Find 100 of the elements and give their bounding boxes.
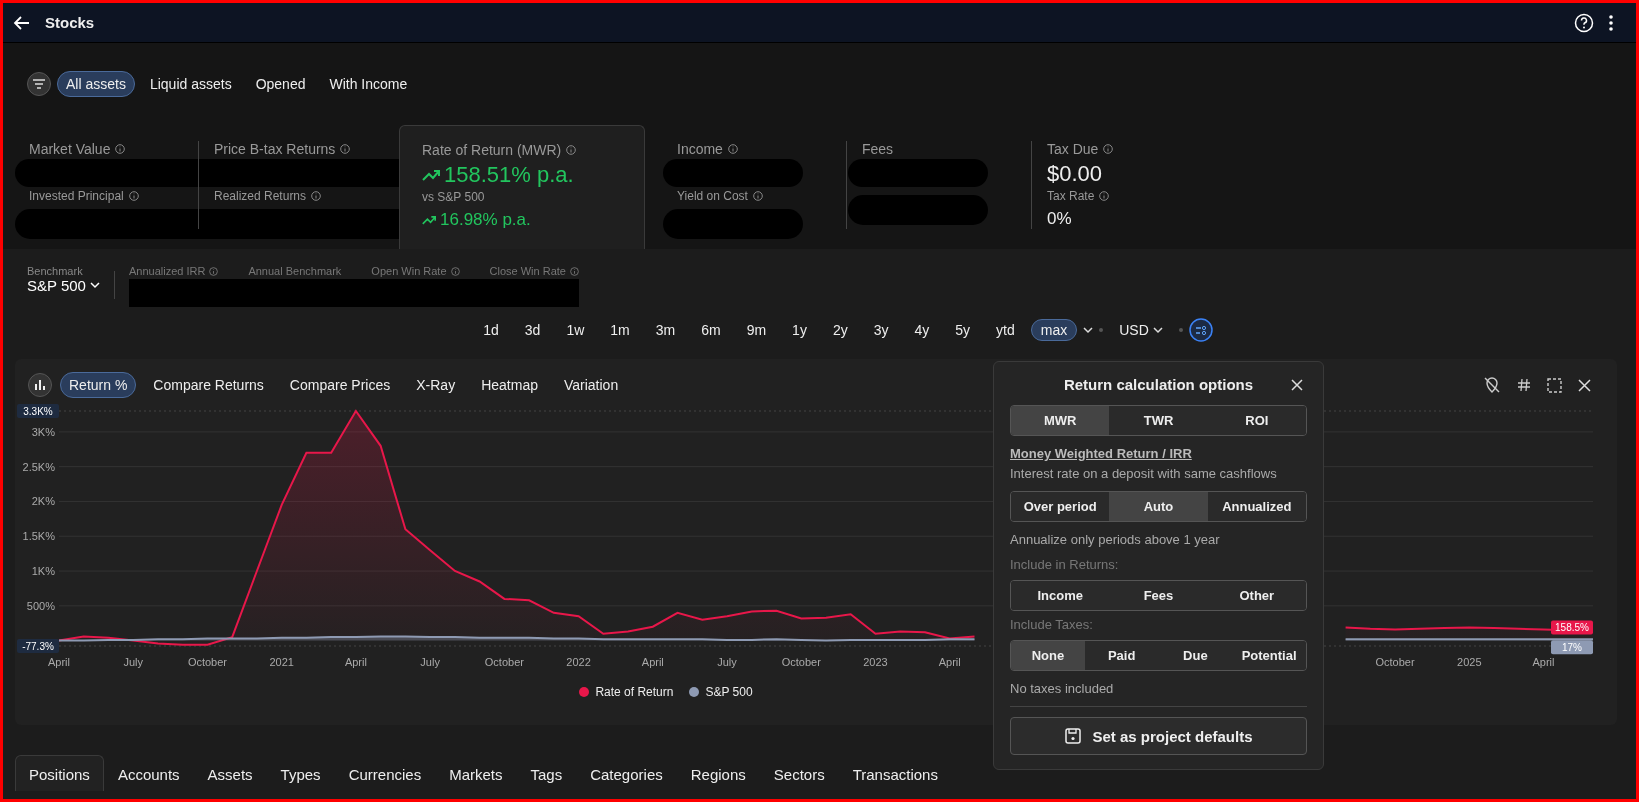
section-tab[interactable]: Positions bbox=[15, 755, 104, 791]
hash-icon[interactable] bbox=[1517, 378, 1531, 392]
metric-label: Tax Rate bbox=[1047, 189, 1095, 203]
chart-tab[interactable]: Compare Prices bbox=[280, 372, 400, 398]
benchmark-label: Benchmark bbox=[27, 265, 84, 277]
info-icon[interactable] bbox=[340, 144, 351, 154]
toggle-button[interactable]: Income bbox=[1011, 581, 1110, 610]
segment-button[interactable]: Annualized bbox=[1207, 492, 1306, 521]
legend-label: Rate of Return bbox=[595, 685, 674, 699]
filter-chip[interactable]: Liquid assets bbox=[140, 71, 241, 97]
section-tab[interactable]: Assets bbox=[193, 755, 267, 791]
info-icon[interactable] bbox=[1103, 144, 1114, 154]
section-tab[interactable]: Sectors bbox=[759, 755, 839, 791]
x-tick-label: July bbox=[420, 656, 440, 668]
info-icon[interactable] bbox=[1099, 191, 1110, 201]
info-icon[interactable] bbox=[311, 191, 322, 201]
info-icon[interactable] bbox=[115, 144, 126, 154]
back-arrow-icon[interactable] bbox=[13, 13, 31, 32]
section-tab[interactable]: Regions bbox=[676, 755, 760, 791]
filter-chip[interactable]: Opened bbox=[246, 71, 315, 97]
section-tab[interactable]: Types bbox=[266, 755, 335, 791]
currency-dropdown[interactable]: USD bbox=[1109, 319, 1173, 341]
metric-card[interactable]: Rate of Return (MWR) 158.51% p.a. vs S&P 500 16.98% p.a. bbox=[399, 125, 645, 249]
segment-button[interactable]: TWR bbox=[1109, 406, 1208, 435]
info-icon[interactable] bbox=[209, 266, 219, 276]
segment-button[interactable]: MWR bbox=[1011, 406, 1110, 435]
section-tab[interactable]: Transactions bbox=[838, 755, 952, 791]
pin-off-icon[interactable] bbox=[1483, 376, 1501, 394]
metric-label: Realized Returns bbox=[214, 189, 307, 203]
info-icon[interactable] bbox=[450, 266, 460, 276]
metric-label: Income bbox=[677, 141, 723, 157]
x-tick-label: April bbox=[344, 656, 367, 668]
segment-button[interactable]: Paid bbox=[1084, 641, 1159, 670]
more-menu-icon[interactable] bbox=[1608, 13, 1614, 32]
y-tick-label: 2K% bbox=[31, 495, 55, 508]
segment-button[interactable]: None bbox=[1011, 641, 1085, 670]
section-tab[interactable]: Markets bbox=[435, 755, 517, 791]
x-tick-label: July bbox=[717, 656, 737, 668]
range-button[interactable]: 1y bbox=[782, 319, 817, 341]
info-icon[interactable] bbox=[752, 191, 763, 201]
metric-label: Price B-tax Returns bbox=[214, 141, 336, 157]
options-toggle-icon[interactable] bbox=[1188, 318, 1213, 342]
range-button[interactable]: 3d bbox=[514, 319, 551, 341]
close-icon[interactable] bbox=[1578, 378, 1591, 392]
benchmark-dropdown[interactable]: S&P 500 bbox=[27, 277, 100, 294]
x-tick-label: April bbox=[641, 656, 664, 668]
range-button[interactable]: 4y bbox=[904, 319, 940, 341]
x-tick-label: April bbox=[938, 656, 961, 668]
select-area-icon[interactable] bbox=[1547, 377, 1562, 393]
chart-tab[interactable]: Variation bbox=[554, 372, 628, 398]
info-icon[interactable] bbox=[566, 145, 577, 155]
info-icon[interactable] bbox=[569, 266, 579, 276]
chart-tab[interactable]: Heatmap bbox=[472, 372, 547, 398]
y-tick-label: 2.5K% bbox=[22, 460, 55, 473]
filter-icon[interactable] bbox=[27, 72, 51, 96]
range-button[interactable]: max bbox=[1030, 319, 1078, 341]
axis-bound-label: -77.3% bbox=[17, 639, 59, 653]
method-link[interactable]: Money Weighted Return / IRR bbox=[1010, 446, 1192, 461]
range-button[interactable]: 1w bbox=[556, 319, 595, 341]
section-tab[interactable]: Categories bbox=[576, 755, 677, 791]
x-tick-label: 2023 bbox=[863, 656, 888, 668]
section-tab[interactable]: Accounts bbox=[103, 755, 194, 791]
metric-label: Fees bbox=[862, 141, 894, 157]
chevron-down-icon[interactable] bbox=[1083, 326, 1094, 334]
segment-button[interactable]: Auto bbox=[1109, 492, 1208, 521]
range-button[interactable]: 3y bbox=[863, 319, 899, 341]
toggle-button[interactable]: Fees bbox=[1109, 581, 1208, 610]
range-button[interactable]: ytd bbox=[986, 319, 1025, 341]
info-icon[interactable] bbox=[727, 144, 738, 154]
chart-tab[interactable]: Compare Returns bbox=[144, 372, 273, 398]
segment-button[interactable]: Due bbox=[1158, 641, 1233, 670]
chevron-down-icon bbox=[1152, 326, 1163, 334]
range-button[interactable]: 5y bbox=[945, 319, 981, 341]
filter-chip[interactable]: With Income bbox=[320, 71, 417, 97]
legend-label: S&P 500 bbox=[705, 685, 753, 699]
save-defaults-button[interactable]: Set as project defaults bbox=[1010, 717, 1307, 755]
range-button[interactable]: 1d bbox=[473, 319, 509, 341]
segment-button[interactable]: Over period bbox=[1011, 492, 1110, 521]
range-button[interactable]: 9m bbox=[736, 319, 777, 341]
x-tick-label: 2025 bbox=[1457, 656, 1482, 668]
segment-button[interactable]: Potential bbox=[1232, 641, 1306, 670]
bar-chart-icon[interactable] bbox=[28, 373, 52, 397]
section-tab[interactable]: Tags bbox=[516, 755, 577, 791]
metric-value: 158.51% p.a. bbox=[444, 162, 574, 188]
close-icon[interactable] bbox=[1291, 379, 1303, 391]
filter-chip[interactable]: All assets bbox=[57, 71, 135, 97]
range-button[interactable]: 1m bbox=[600, 319, 640, 341]
help-icon[interactable] bbox=[1574, 12, 1594, 33]
info-icon[interactable] bbox=[128, 191, 139, 201]
period-note: Annualize only periods above 1 year bbox=[1010, 532, 1221, 547]
segment-button[interactable]: ROI bbox=[1207, 406, 1306, 435]
toggle-button[interactable]: Other bbox=[1207, 581, 1306, 610]
y-tick-label: 1K% bbox=[31, 565, 55, 578]
range-button[interactable]: 2y bbox=[822, 319, 858, 341]
section-tab[interactable]: Currencies bbox=[334, 755, 436, 791]
range-button[interactable]: 3m bbox=[645, 319, 686, 341]
chart-tab[interactable]: Return % bbox=[60, 372, 137, 398]
chart-tab[interactable]: X-Ray bbox=[407, 372, 465, 398]
range-button[interactable]: 6m bbox=[691, 319, 731, 341]
stat-label: Annual Benchmark bbox=[248, 265, 342, 277]
